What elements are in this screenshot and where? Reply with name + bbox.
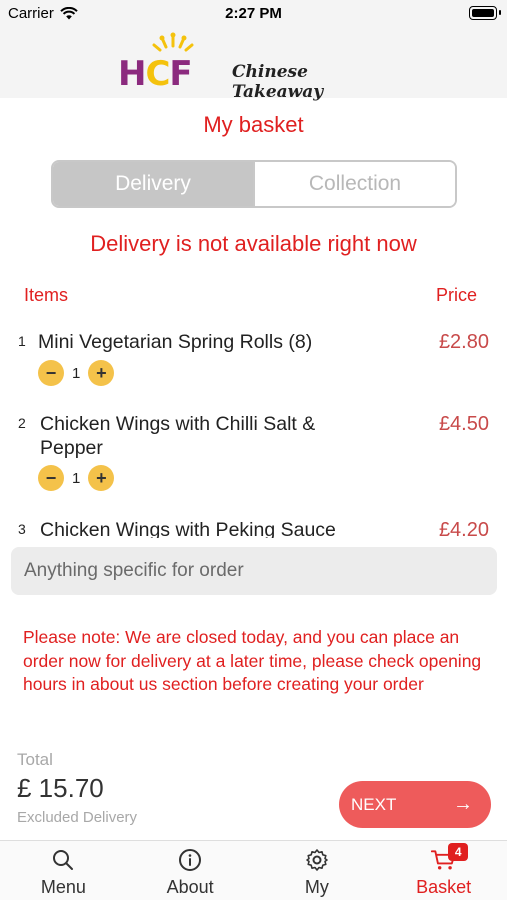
tab-bar: Menu About My 4 Basket (0, 840, 507, 900)
tab-menu[interactable]: Menu (0, 841, 127, 900)
total-label: Total (17, 750, 53, 769)
tab-basket[interactable]: 4 Basket (380, 841, 507, 900)
item-number: 3 (18, 521, 26, 537)
item-name: Mini Vegetarian Spring Rolls (8) (38, 331, 313, 353)
battery-icon (469, 6, 501, 20)
tab-label: About (166, 877, 214, 897)
quantity-stepper: − 1 + (38, 360, 115, 386)
tab-label: Basket (416, 877, 472, 897)
status-bar: Carrier 2:27 PM (0, 0, 507, 26)
logo-letters: HCF (118, 54, 193, 94)
quantity-stepper: − 1 + (38, 465, 115, 491)
arrow-right-icon: → (453, 793, 473, 815)
delivery-mode-segment: Delivery Collection (51, 160, 457, 208)
item-price: £4.20 (438, 519, 489, 538)
quantity-value: 1 (72, 364, 81, 382)
delivery-unavailable-notice: Delivery is not available right now (90, 231, 417, 256)
excluded-delivery-label: Excluded Delivery (17, 809, 138, 826)
decrease-quantity-button[interactable]: − (38, 465, 64, 491)
total-value: £ 15.70 (17, 773, 104, 803)
next-button[interactable]: NEXT → (339, 781, 491, 828)
item-name: Chicken Wings with Peking Sauce (40, 519, 336, 538)
decrease-quantity-button[interactable]: − (38, 360, 64, 386)
segment-delivery[interactable]: Delivery (53, 162, 253, 206)
tab-about[interactable]: About (127, 841, 254, 900)
logo-text: Chinese Takeaway (232, 62, 324, 102)
increase-quantity-button[interactable]: + (88, 360, 115, 386)
tab-label: Menu (40, 877, 86, 897)
price-column-header: Price (435, 285, 477, 305)
items-column-header: Items (24, 285, 69, 305)
item-name: Chicken Wings with Chilli Salt & Pepper (40, 413, 316, 459)
tab-label: My (304, 877, 329, 897)
status-time: 2:27 PM (225, 5, 282, 22)
info-icon (177, 847, 203, 873)
logo-letter-h: H (118, 54, 146, 94)
cart-count-badge: 4 (448, 843, 469, 861)
item-price: £4.50 (438, 413, 489, 435)
search-icon (50, 847, 76, 873)
logo-letter-c: C (145, 54, 170, 94)
logo-rays-icon (152, 32, 194, 52)
closed-notice: Please note: We are closed today, and yo… (23, 627, 482, 694)
item-number: 1 (18, 333, 26, 349)
header: HCF Chinese Takeaway (0, 26, 507, 102)
item-price: £2.80 (438, 331, 489, 353)
segment-collection[interactable]: Collection (253, 162, 455, 206)
logo: HCF Chinese Takeaway (118, 32, 398, 102)
next-button-label: NEXT (351, 794, 397, 814)
tab-my[interactable]: My (254, 841, 381, 900)
item-number: 2 (18, 415, 26, 431)
increase-quantity-button[interactable]: + (88, 465, 115, 491)
gear-icon (304, 847, 330, 873)
logo-letter-f: F (169, 54, 192, 94)
quantity-value: 1 (72, 469, 81, 487)
page-title: My basket (203, 112, 304, 137)
basket-items-list[interactable]: 1 Mini Vegetarian Spring Rolls (8) £2.80… (0, 318, 507, 538)
order-note-input[interactable] (11, 547, 497, 595)
